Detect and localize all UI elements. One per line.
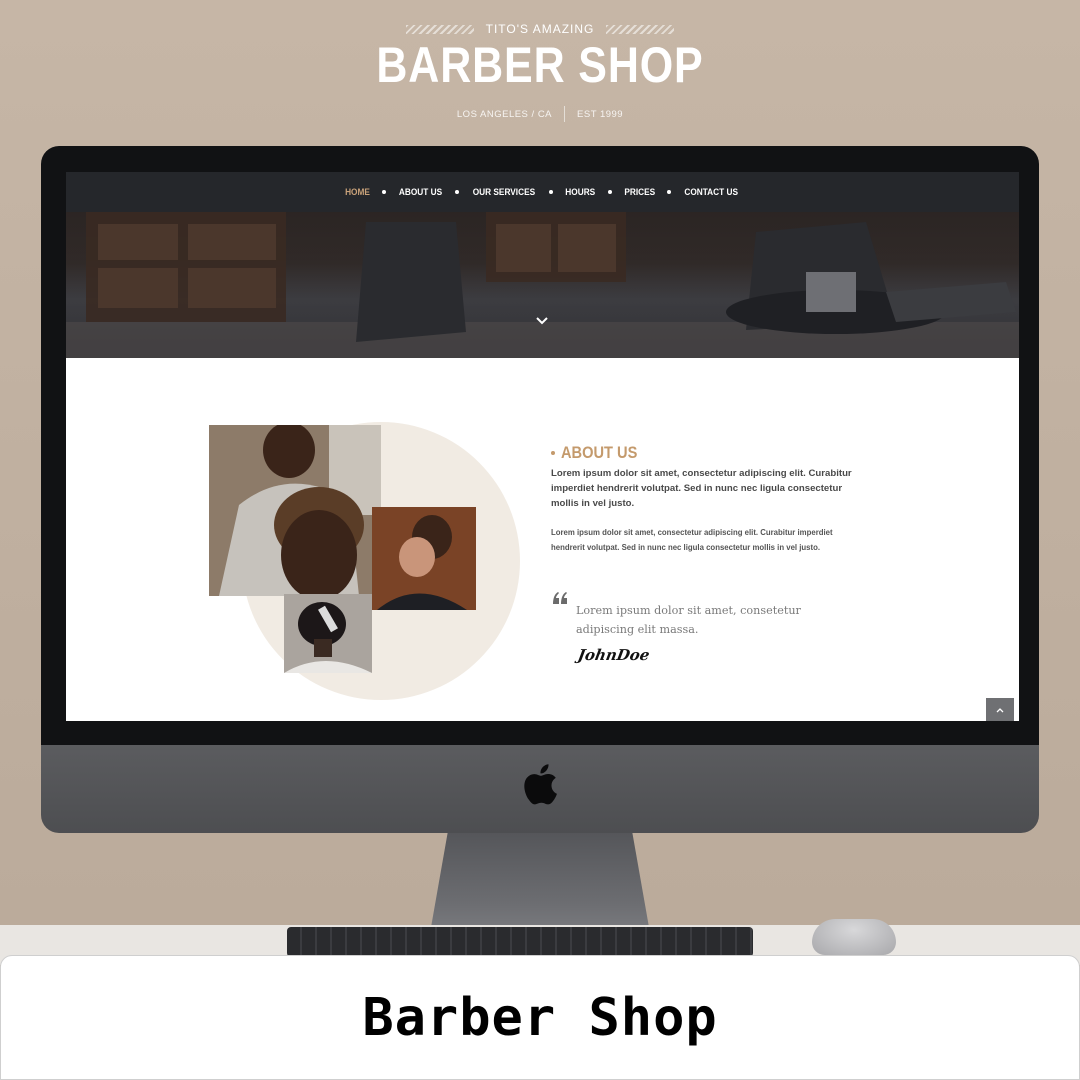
- nav-item-our-services[interactable]: OUR SERVICES: [473, 187, 535, 197]
- barbershop-interior-illustration: [66, 212, 1019, 358]
- caption-banner: Barber Shop: [0, 955, 1080, 1080]
- brand-location: LOS ANGELES / CA: [456, 108, 553, 120]
- brand-title: BARBER SHOP: [376, 37, 704, 93]
- monitor-stand: [430, 833, 650, 933]
- mouse: [812, 919, 896, 955]
- back-to-top-button[interactable]: [986, 698, 1014, 721]
- testimonial-quote: Lorem ipsum dolor sit amet, consetetur a…: [576, 604, 801, 636]
- stylist-with-client-photo: [372, 507, 476, 610]
- barber-photo-illustration: [209, 425, 381, 596]
- nav-separator-dot: [455, 190, 460, 194]
- nav-item-prices[interactable]: PRICES: [624, 187, 655, 197]
- stylist-photo-illustration: [372, 507, 476, 610]
- site-branding: TITO'S AMAZING BARBER SHOP LOS ANGELES /…: [0, 0, 1080, 130]
- nav-item-contact-us[interactable]: CONTACT US: [685, 187, 739, 197]
- chevron-up-icon: [996, 707, 1004, 712]
- about-heading: ABOUT US: [551, 443, 650, 463]
- nav-item-about-us[interactable]: ABOUT US: [399, 187, 442, 197]
- keyboard: [287, 927, 753, 957]
- main-navigation: HOME ABOUT US OUR SERVICES HOURS PRICES …: [66, 172, 1019, 212]
- nav-separator-dot: [549, 190, 554, 194]
- nav-separator-dot: [667, 190, 672, 194]
- apple-logo-icon: [524, 764, 557, 805]
- decorative-stripe-right: [606, 24, 675, 34]
- barber-cutting-hair-photo: [209, 425, 381, 596]
- nav-item-home[interactable]: HOME: [345, 187, 370, 197]
- brand-divider: [564, 106, 566, 122]
- hero-banner-image: [66, 212, 1019, 358]
- decorative-stripe-left: [405, 24, 474, 34]
- nav-separator-dot: [607, 190, 612, 194]
- scroll-down-chevron-icon[interactable]: [536, 316, 548, 326]
- signature: JohnDoe: [576, 646, 652, 664]
- brand-established: EST 1999: [577, 108, 624, 120]
- clipper-haircut-photo: [284, 594, 372, 673]
- about-paragraph-1: Lorem ipsum dolor sit amet, consectetur …: [551, 468, 852, 509]
- brand-eyebrow: TITO'S AMAZING: [485, 22, 595, 36]
- quote-icon: [553, 592, 567, 604]
- about-paragraph-2: Lorem ipsum dolor sit amet, consectetur …: [551, 528, 833, 552]
- brand-eyebrow-row: TITO'S AMAZING: [0, 22, 1080, 36]
- nav-item-hours[interactable]: HOURS: [566, 187, 596, 197]
- caption-text: Barber Shop: [362, 987, 718, 1048]
- website-screen: HOME ABOUT US OUR SERVICES HOURS PRICES …: [66, 172, 1019, 721]
- brand-subline: LOS ANGELES / CA EST 1999: [0, 106, 1080, 122]
- clipper-photo-illustration: [284, 594, 372, 673]
- nav-separator-dot: [382, 190, 387, 194]
- about-title: ABOUT US: [561, 443, 638, 462]
- bullet-dot: [551, 451, 555, 455]
